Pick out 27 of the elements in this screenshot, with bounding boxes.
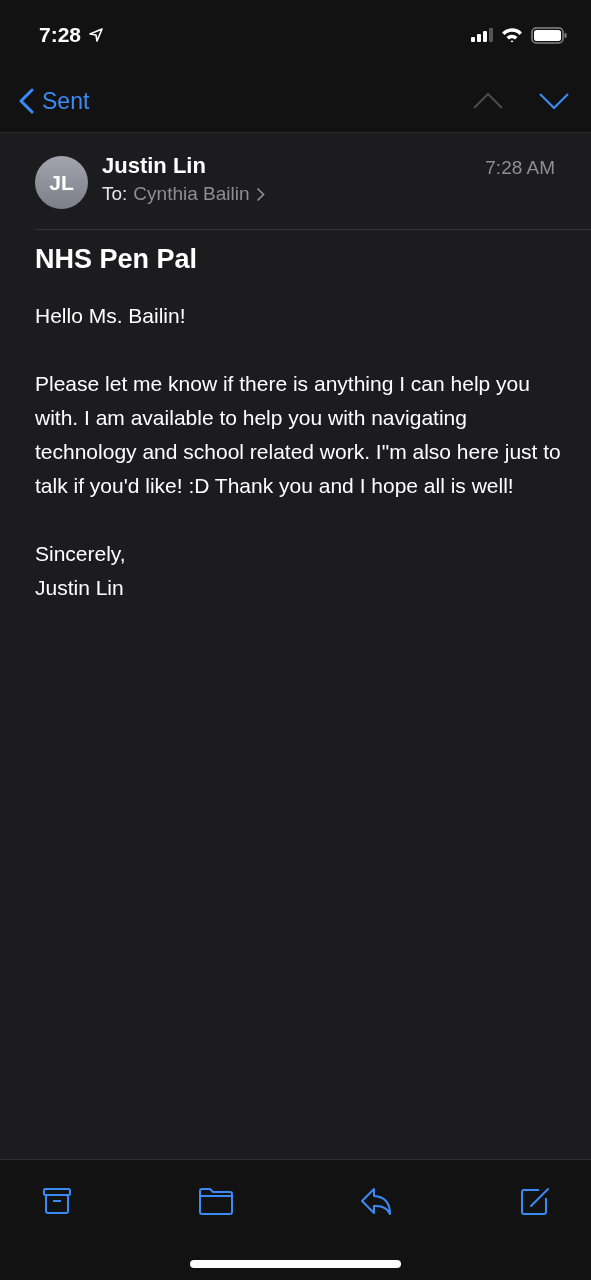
back-chevron-icon [18,88,34,114]
message-paragraph: Please let me know if there is anything I can help you with. I am available to help you with navigating technology and school related work. I"m also here just to talk if you'd like! :D Thank you and I hope all is well! [35,371,561,499]
up-chevron-icon [473,92,503,110]
location-arrow-icon [89,28,104,42]
message-paragraph: Hello Ms. Bailin! [35,303,187,329]
status-time: 7:28 [39,23,82,47]
move-to-folder-button[interactable] [197,1186,234,1216]
message-subject: NHS Pen Pal [35,244,199,275]
archive-button[interactable] [42,1186,72,1216]
down-chevron-icon [539,92,569,110]
compose-icon [518,1185,551,1217]
sender-name: Justin Lin [102,153,207,179]
compose-button[interactable] [518,1185,551,1217]
reply-button[interactable] [359,1186,394,1216]
archive-box-icon [42,1186,72,1216]
message-time: 7:28 AM [485,157,555,179]
back-button[interactable]: Sent [18,87,90,115]
to-label: To: [102,183,128,205]
sender-avatar: JL [35,156,88,209]
recipient-name[interactable]: Cynthia Bailin [133,183,250,205]
message-paragraph: Sincerely, Justin Lin [35,541,127,601]
reply-arrow-icon [359,1186,394,1216]
battery-icon [531,26,567,44]
wifi-icon [501,27,523,43]
signal-icon [471,28,493,42]
folder-icon [197,1186,234,1216]
chevron-right-icon [255,186,265,202]
